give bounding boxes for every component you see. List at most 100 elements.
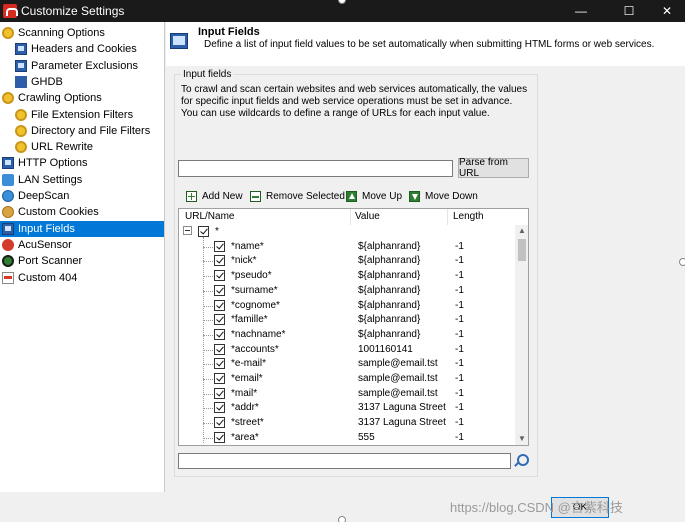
table-row[interactable]: *area* 555 -1: [179, 431, 515, 445]
row-checkbox[interactable]: [214, 387, 225, 399]
tree-item-input-fields[interactable]: Input Fields: [0, 220, 164, 237]
row-checkbox[interactable]: [214, 240, 225, 252]
tree-item-label: Custom 404: [18, 271, 78, 284]
tree-connector: [203, 437, 213, 439]
tree-item-http-options[interactable]: HTTP Options: [0, 155, 164, 171]
field-name-cell: *pseudo*: [231, 270, 272, 282]
table-row[interactable]: *accounts* 1001160141 -1: [179, 343, 515, 358]
remove-selected-button[interactable]: Remove Selected: [250, 189, 345, 203]
arrow-down-icon: [409, 190, 420, 202]
gear-icon: [2, 92, 14, 105]
root-row[interactable]: *: [179, 225, 515, 240]
row-checkbox[interactable]: [214, 270, 225, 282]
tree-item-port-scanner[interactable]: Port Scanner: [0, 253, 164, 269]
tree-connector: [203, 393, 213, 395]
gear-icon: [15, 141, 27, 154]
tree-item-directory-and-file-filters[interactable]: Directory and File Filters: [0, 123, 164, 139]
table-row[interactable]: *pseudo* ${alphanrand} -1: [179, 269, 515, 284]
tree-item-url-rewrite[interactable]: URL Rewrite: [0, 139, 164, 155]
list-scrollbar[interactable]: ▲ ▼: [515, 225, 528, 445]
port-scanner-icon: [2, 255, 14, 268]
close-button[interactable]: ✕: [650, 0, 684, 22]
table-row[interactable]: *addr* 3137 Laguna Street -1: [179, 401, 515, 416]
tree-item-scanning-options[interactable]: Scanning Options: [0, 25, 164, 41]
field-length-cell: -1: [455, 343, 464, 355]
table-row[interactable]: *famille* ${alphanrand} -1: [179, 313, 515, 328]
column-header-url-name[interactable]: URL/Name: [185, 211, 234, 222]
tree-item-ghdb[interactable]: GHDB: [0, 74, 164, 90]
resize-handle[interactable]: [338, 516, 346, 522]
parse-from-url-button[interactable]: Parse from URL: [458, 157, 529, 179]
column-header-length[interactable]: Length: [453, 211, 484, 222]
tree-item-deepscan[interactable]: DeepScan: [0, 188, 164, 204]
field-length-cell: -1: [455, 255, 464, 267]
tree-connector: [203, 261, 213, 263]
root-checkbox[interactable]: [198, 226, 209, 237]
column-divider[interactable]: [447, 209, 448, 225]
page-title: Input Fields: [198, 26, 260, 38]
table-row[interactable]: *mail* sample@email.tst -1: [179, 387, 515, 402]
table-row[interactable]: *nachname* ${alphanrand} -1: [179, 328, 515, 343]
move-down-button[interactable]: Move Down: [409, 189, 478, 203]
tree-item-custom-cookies[interactable]: Custom Cookies: [0, 204, 164, 220]
table-row[interactable]: *nick* ${alphanrand} -1: [179, 254, 515, 269]
row-checkbox[interactable]: [214, 358, 225, 370]
row-checkbox[interactable]: [214, 314, 225, 326]
app-icon: [3, 4, 18, 18]
field-value-cell: ${alphanrand}: [358, 240, 421, 252]
scroll-down-icon[interactable]: ▼: [518, 435, 526, 443]
add-new-button[interactable]: Add New: [186, 189, 243, 203]
maximize-button[interactable]: ☐: [612, 0, 646, 22]
tree-item-headers-and-cookies[interactable]: Headers and Cookies: [0, 41, 164, 57]
page-404-icon: [2, 271, 14, 284]
row-checkbox[interactable]: [214, 431, 225, 443]
cookie-icon: [2, 206, 14, 219]
tree-item-crawling-options[interactable]: Crawling Options: [0, 90, 164, 106]
field-name-cell: *mail*: [231, 387, 258, 399]
tree-connector: [203, 364, 213, 366]
search-icon[interactable]: [513, 454, 529, 468]
tree-item-file-extension-filters[interactable]: File Extension Filters: [0, 107, 164, 123]
gear-icon: [15, 124, 27, 137]
tree-item-parameter-exclusions[interactable]: Parameter Exclusions: [0, 58, 164, 74]
field-name-cell: *nachname*: [231, 328, 286, 340]
field-name-cell: *street*: [231, 417, 264, 429]
row-checkbox[interactable]: [214, 255, 225, 267]
table-row[interactable]: *street* 3137 Laguna Street -1: [179, 416, 515, 431]
table-row[interactable]: *email* sample@email.tst -1: [179, 372, 515, 387]
field-length-cell: -1: [455, 417, 464, 429]
search-input[interactable]: [178, 453, 511, 469]
tree-item-lan-settings[interactable]: LAN Settings: [0, 172, 164, 188]
monitor-icon: [170, 33, 188, 49]
table-row[interactable]: *e-mail* sample@email.tst -1: [179, 357, 515, 372]
field-length-cell: -1: [455, 240, 464, 252]
row-checkbox[interactable]: [214, 402, 225, 414]
monitor-icon: [15, 43, 27, 56]
field-length-cell: -1: [455, 402, 464, 414]
column-header-value[interactable]: Value: [355, 211, 380, 222]
input-fields-list[interactable]: URL/Name Value Length * *name* ${alphanra…: [178, 208, 529, 446]
scroll-thumb[interactable]: [518, 239, 526, 261]
collapse-icon[interactable]: [183, 226, 192, 235]
tree-item-acusensor[interactable]: AcuSensor: [0, 237, 164, 253]
resize-handle[interactable]: [679, 258, 685, 266]
row-checkbox[interactable]: [214, 284, 225, 296]
table-row[interactable]: *surname* ${alphanrand} -1: [179, 284, 515, 299]
scroll-up-icon[interactable]: ▲: [518, 227, 526, 235]
row-checkbox[interactable]: [214, 373, 225, 384]
table-row[interactable]: *name* ${alphanrand} -1: [179, 240, 515, 255]
watermark: https://blog.CSDN @言紫科技: [450, 500, 623, 515]
ghdb-icon: [15, 75, 27, 88]
row-checkbox[interactable]: [214, 328, 225, 340]
move-up-label: Move Up: [362, 190, 403, 202]
table-row[interactable]: *cognome* ${alphanrand} -1: [179, 299, 515, 314]
field-value-cell: sample@email.tst: [358, 373, 438, 384]
tree-item-custom-404[interactable]: Custom 404: [0, 270, 164, 286]
move-up-button[interactable]: Move Up: [346, 189, 402, 203]
row-checkbox[interactable]: [214, 299, 225, 311]
minimize-button[interactable]: —: [564, 0, 598, 22]
column-divider[interactable]: [350, 209, 351, 225]
row-checkbox[interactable]: [214, 417, 225, 429]
url-input[interactable]: [178, 160, 453, 177]
row-checkbox[interactable]: [214, 343, 225, 355]
